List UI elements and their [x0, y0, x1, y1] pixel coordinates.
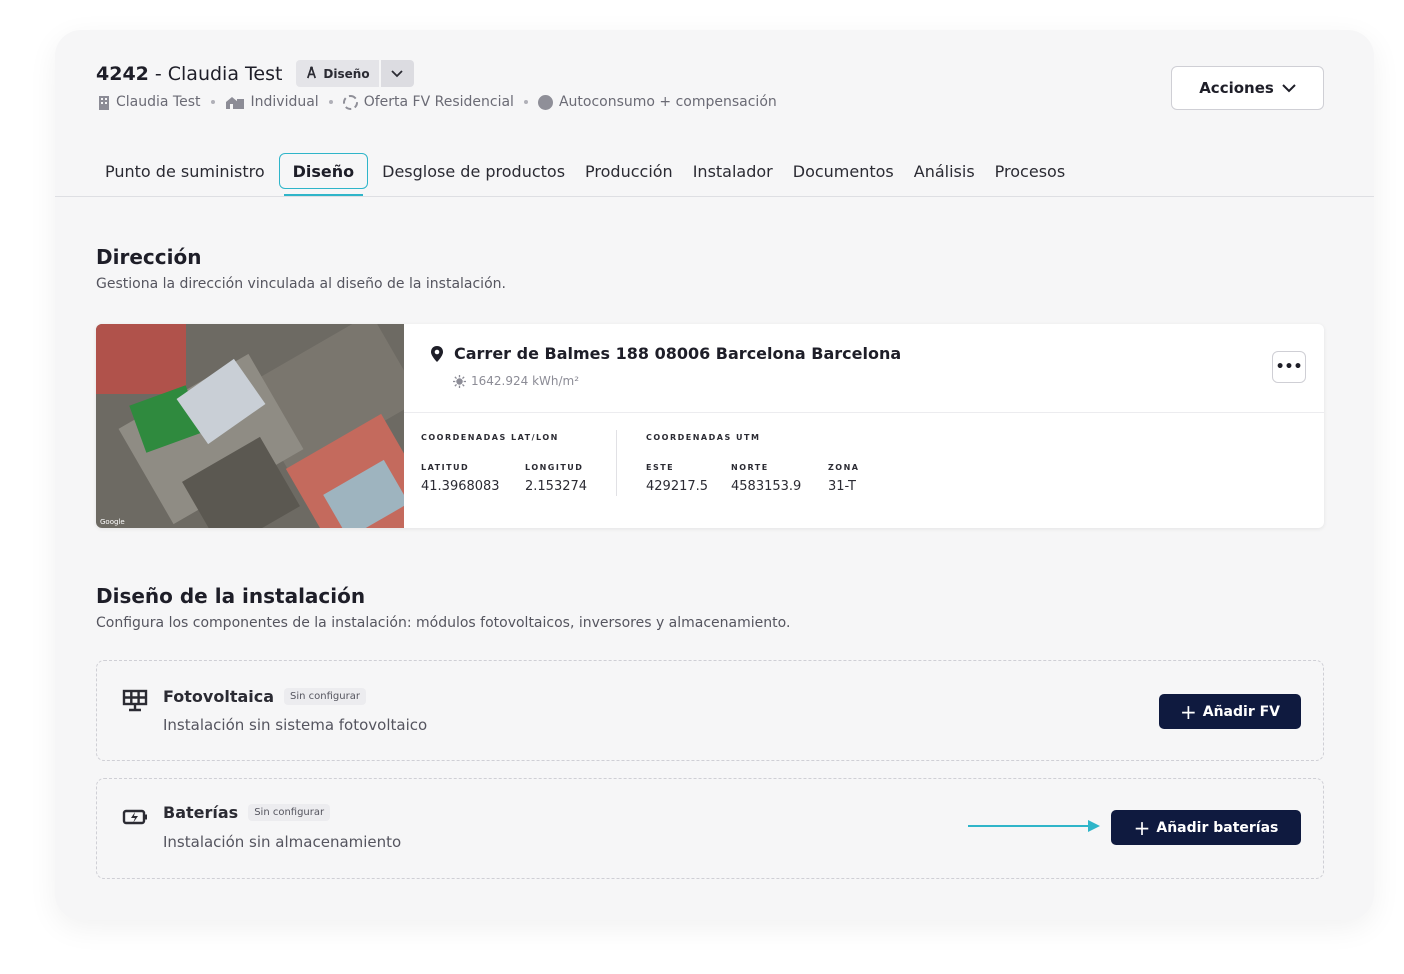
irradiance: 1642.924 kWh/m² [453, 374, 579, 388]
meta-separator [328, 100, 333, 104]
stage-label: Diseño [323, 66, 370, 81]
zona-label: ZONA [828, 463, 860, 472]
pointer-arrow-head [1088, 820, 1100, 832]
latitud-label: LATITUD [421, 463, 470, 472]
battery-title-row: Baterías Sin configurar [163, 803, 331, 822]
location-pin-icon [431, 345, 443, 362]
pointer-arrow-line [968, 825, 1090, 827]
tab-documentos[interactable]: Documentos [783, 153, 904, 189]
longitud-label: LONGITUD [525, 463, 584, 472]
satellite-map[interactable]: Google [96, 324, 404, 528]
meta-mode-label: Autoconsumo + compensación [558, 94, 777, 110]
battery-description: Instalación sin almacenamiento [163, 833, 402, 851]
meta-type-label: Individual [250, 94, 319, 110]
zona-value: 31-T [828, 479, 856, 494]
battery-component-card: Baterías Sin configurar Instalación sin … [96, 778, 1324, 879]
diseno-subtitle: Configura los componentes de la instalac… [96, 615, 791, 631]
chevron-down-icon [1282, 83, 1296, 92]
actions-label: Acciones [1199, 79, 1274, 97]
tab-punto-de-suministro[interactable]: Punto de suministro [105, 153, 275, 189]
norte-value: 4583153.9 [731, 479, 802, 494]
building-icon [99, 95, 109, 110]
tab-produccion[interactable]: Producción [575, 153, 683, 189]
tab-instalador[interactable]: Instalador [683, 153, 783, 189]
sun-icon [453, 374, 466, 388]
meta-separator [210, 100, 215, 104]
project-header: 4242 - Claudia Test Diseño Claudia Test [55, 30, 1374, 197]
tab-diseno[interactable]: Diseño [278, 153, 369, 196]
fv-description: Instalación sin sistema fotovoltaico [163, 716, 428, 734]
direccion-subtitle: Gestiona la dirección vinculada al diseñ… [96, 276, 506, 292]
plus-icon: + [1133, 815, 1151, 840]
meta-separator [523, 100, 528, 104]
more-options-button[interactable]: ••• [1272, 351, 1306, 383]
filled-circle-icon [537, 94, 553, 110]
utm-group-label: COORDENADAS UTM [646, 433, 761, 442]
stage-badge[interactable]: Diseño [296, 60, 379, 87]
este-label: ESTE [646, 463, 675, 472]
divider [404, 412, 1324, 413]
tab-procesos[interactable]: Procesos [985, 153, 1075, 189]
plus-icon: + [1179, 699, 1197, 724]
longitud-value: 2.153274 [525, 479, 588, 494]
project-name: Claudia Test [167, 62, 283, 85]
ellipsis-icon: ••• [1275, 359, 1303, 375]
fv-component-card: Fotovoltaica Sin configurar Instalación … [96, 660, 1324, 761]
drafting-icon [305, 65, 318, 82]
stage-dropdown-button[interactable] [380, 60, 414, 87]
project-id: 4242 [96, 62, 149, 85]
norte-label: NORTE [731, 463, 769, 472]
latitud-value: 41.3968083 [421, 479, 500, 494]
battery-charging-icon [122, 809, 147, 825]
diseno-title: Diseño de la instalación [96, 584, 366, 608]
meta-offer-label: Oferta FV Residencial [363, 94, 514, 110]
fv-status-badge: Sin configurar [284, 688, 366, 705]
address-heading: Carrer de Balmes 188 08006 Barcelona Bar… [428, 344, 901, 363]
tab-desglose-de-productos[interactable]: Desglose de productos [372, 153, 575, 189]
meta-client-label: Claudia Test [116, 94, 201, 110]
actions-button[interactable]: Acciones [1171, 66, 1324, 110]
latlon-group-label: COORDENADAS LAT/LON [421, 433, 559, 442]
add-batteries-label: Añadir baterías [1156, 819, 1279, 836]
irradiance-value: 1642.924 kWh/m² [471, 374, 580, 388]
fv-title-row: Fotovoltaica Sin configurar [163, 687, 366, 706]
map-attribution: Google [100, 518, 125, 526]
dashed-circle-icon [342, 94, 358, 110]
tab-bar: Punto de suministro Diseño Desglose de p… [105, 153, 1075, 196]
address-text: Carrer de Balmes 188 08006 Barcelona Bar… [454, 344, 902, 363]
add-batteries-button[interactable]: + Añadir baterías [1111, 810, 1301, 845]
direccion-title: Dirección [96, 245, 202, 269]
meta-offer: Oferta FV Residencial [342, 94, 514, 110]
solar-panel-icon [122, 689, 148, 712]
title-separator: - [154, 62, 162, 85]
address-card: Google Carrer de Balmes 188 08006 Barcel… [96, 324, 1324, 528]
add-fv-label: Añadir FV [1202, 703, 1280, 720]
meta-client: Claudia Test [98, 94, 201, 110]
battery-status-badge: Sin configurar [248, 804, 331, 821]
fv-title: Fotovoltaica [163, 687, 275, 706]
meta-type: Individual [225, 94, 319, 110]
house-icon [225, 97, 244, 109]
tab-analisis[interactable]: Análisis [904, 153, 985, 189]
meta-mode: Autoconsumo + compensación [537, 94, 777, 110]
chevron-down-icon [391, 69, 403, 77]
stage-selector[interactable]: Diseño [296, 60, 414, 87]
battery-title: Baterías [163, 803, 239, 822]
project-title-row: 4242 - Claudia Test Diseño [96, 60, 414, 87]
project-card: 4242 - Claudia Test Diseño Claudia Test [55, 30, 1374, 920]
project-meta: Claudia Test Individual Oferta FV Reside… [98, 94, 777, 110]
este-value: 429217.5 [646, 479, 709, 494]
coord-separator [616, 430, 617, 496]
add-fv-button[interactable]: + Añadir FV [1159, 694, 1301, 729]
